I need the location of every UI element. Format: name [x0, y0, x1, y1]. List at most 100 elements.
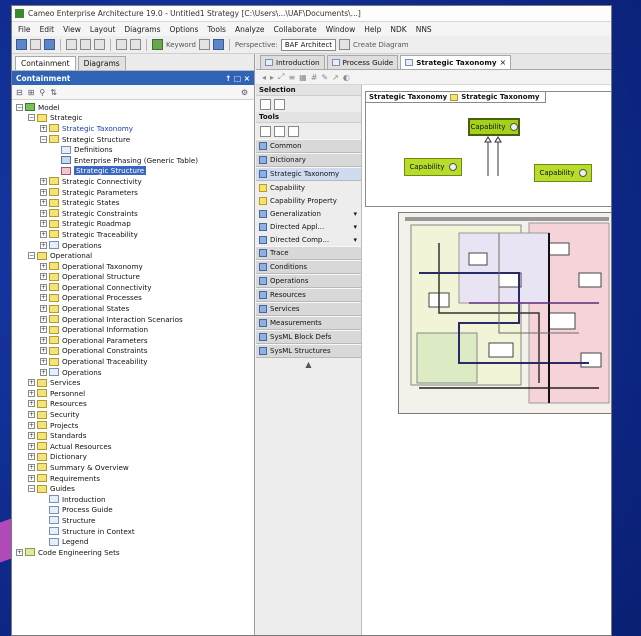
pointer-tool-icon[interactable]	[260, 98, 271, 110]
diagram-tab[interactable]: Process Guide	[326, 55, 399, 69]
capability-node[interactable]: Capability	[468, 118, 520, 136]
tree-node[interactable]: + Operational States	[12, 303, 254, 314]
tree-node[interactable]: Strategic Structure	[12, 166, 254, 177]
tree-node[interactable]: + Dictionary	[12, 452, 254, 463]
tree-node[interactable]: + Projects	[12, 420, 254, 431]
tree-node[interactable]: + Operational Parameters	[12, 335, 254, 346]
menu-item[interactable]: NDK	[390, 25, 406, 34]
menu-item[interactable]: Diagrams	[124, 25, 160, 34]
capability-node[interactable]: Capability	[534, 164, 592, 182]
expander-icon[interactable]: −	[28, 485, 35, 493]
back-icon[interactable]: ◂	[262, 73, 266, 82]
tree-node[interactable]: + Requirements	[12, 473, 254, 484]
align-icon[interactable]: ≡	[288, 73, 295, 82]
navigate-icon[interactable]	[212, 39, 224, 50]
redo-icon[interactable]	[130, 39, 141, 50]
expander-icon[interactable]: +	[28, 400, 35, 408]
tree-node[interactable]: + Strategic Taxonomy	[12, 123, 254, 134]
expander-icon[interactable]: −	[40, 135, 47, 143]
palette-group[interactable]: Operations	[256, 274, 361, 288]
palette-item[interactable]: Capability Property	[256, 194, 361, 207]
palette-group[interactable]: Services	[256, 302, 361, 316]
tree-node[interactable]: + Operational Processes	[12, 293, 254, 304]
expander-icon[interactable]: +	[28, 432, 35, 440]
palette-item[interactable]: Directed Comp... ▾	[256, 233, 361, 246]
anchor-tool-icon[interactable]	[274, 125, 285, 137]
palette-item[interactable]: Capability	[256, 181, 361, 194]
expander-icon[interactable]: +	[28, 463, 35, 471]
create-diagram-label[interactable]: Create Diagram	[353, 41, 409, 49]
expander-icon[interactable]: −	[16, 103, 23, 111]
tree-node[interactable]: + Operational Constraints	[12, 346, 254, 357]
cut-icon[interactable]	[66, 39, 77, 50]
expander-icon[interactable]: +	[40, 199, 47, 207]
menu-item[interactable]: View	[63, 25, 81, 34]
tree-node[interactable]: + Services	[12, 377, 254, 388]
tree-node[interactable]: + Resources	[12, 399, 254, 410]
palette-group[interactable]: Strategic Taxonomy	[256, 167, 361, 181]
hyperlink-tool-icon[interactable]	[288, 125, 299, 137]
expander-icon[interactable]: +	[40, 305, 47, 313]
tree-node[interactable]: + Operational Interaction Scenarios	[12, 314, 254, 325]
layout-icon[interactable]: ▦	[299, 73, 307, 82]
filter-icon[interactable]: ⚲	[39, 88, 45, 97]
expander-icon[interactable]: +	[40, 241, 47, 249]
palette-group[interactable]: Conditions	[256, 260, 361, 274]
expander-icon[interactable]: +	[28, 421, 35, 429]
tab-containment[interactable]: Containment	[15, 56, 76, 70]
tree-node[interactable]: − Strategic	[12, 113, 254, 124]
tree-node[interactable]: + Strategic Connectivity	[12, 176, 254, 187]
dropdown-arrow-icon[interactable]: ▾	[353, 236, 357, 244]
tree-node[interactable]: + Strategic Roadmap	[12, 219, 254, 230]
zoom-icon[interactable]: ⤢	[278, 72, 284, 82]
palette-group[interactable]: Common	[256, 139, 361, 153]
menu-item[interactable]: Edit	[40, 25, 55, 34]
expander-icon[interactable]: +	[28, 411, 35, 419]
search-icon[interactable]	[198, 39, 210, 50]
menu-item[interactable]: Help	[364, 25, 381, 34]
settings-icon[interactable]: ⚙	[241, 88, 248, 97]
tree-node[interactable]: Structure	[12, 515, 254, 526]
close-tab-icon[interactable]: ×	[500, 58, 507, 67]
expander-icon[interactable]: −	[28, 114, 35, 122]
tree-node[interactable]: Process Guide	[12, 505, 254, 516]
forward-icon[interactable]: ▸	[270, 73, 274, 82]
tree-node[interactable]: − Model	[12, 102, 254, 113]
tab-diagrams[interactable]: Diagrams	[77, 56, 126, 70]
new-project-icon[interactable]	[16, 39, 27, 50]
tree-node[interactable]: + Operational Structure	[12, 272, 254, 283]
tree-node[interactable]: + Standards	[12, 430, 254, 441]
expand-icon[interactable]: ⊞	[28, 88, 35, 97]
save-icon[interactable]	[44, 39, 55, 50]
perspective-select[interactable]: BAF Architect	[280, 38, 337, 51]
grid-icon[interactable]: #	[311, 73, 318, 82]
expander-icon[interactable]: +	[40, 262, 47, 270]
expander-icon[interactable]: +	[40, 188, 47, 196]
menu-item[interactable]: Options	[170, 25, 199, 34]
palette-group[interactable]: Dictionary	[256, 153, 361, 167]
tree-node[interactable]: + Code Engineering Sets	[12, 547, 254, 558]
route-icon[interactable]: ↗	[332, 73, 339, 82]
tree-node[interactable]: Enterprise Phasing (Generic Table)	[12, 155, 254, 166]
tree-node[interactable]: + Summary & Overview	[12, 462, 254, 473]
menu-item[interactable]: File	[18, 25, 31, 34]
tree-node[interactable]: + Operations	[12, 367, 254, 378]
menu-item[interactable]: NNS	[416, 25, 432, 34]
expander-icon[interactable]: +	[40, 336, 47, 344]
palette-group[interactable]: SysML Structures	[256, 344, 361, 358]
format-icon[interactable]: ✎	[321, 73, 328, 82]
tree-node[interactable]: + Operational Connectivity	[12, 282, 254, 293]
expander-icon[interactable]: +	[28, 453, 35, 461]
tree-node[interactable]: Structure in Context	[12, 526, 254, 537]
menu-item[interactable]: Layout	[90, 25, 116, 34]
expander-icon[interactable]: +	[28, 389, 35, 397]
dropdown-arrow-icon[interactable]: ▾	[353, 223, 357, 231]
expander-icon[interactable]: +	[40, 209, 47, 217]
tree-node[interactable]: − Strategic Structure	[12, 134, 254, 145]
tree-node[interactable]: + Operational Traceability	[12, 356, 254, 367]
create-diagram-icon[interactable]	[339, 39, 351, 50]
palette-group[interactable]: Resources	[256, 288, 361, 302]
expander-icon[interactable]: +	[40, 124, 47, 132]
expander-icon[interactable]: +	[16, 548, 23, 556]
tree-node[interactable]: + Strategic Constraints	[12, 208, 254, 219]
